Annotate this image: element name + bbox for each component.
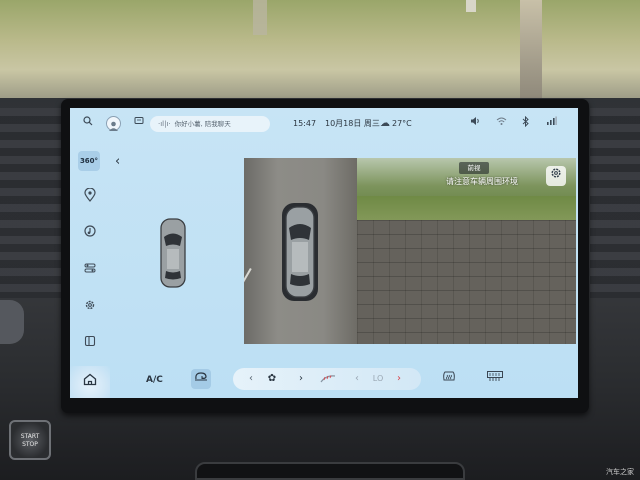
settings-gear-icon[interactable] <box>80 298 100 318</box>
fan-speed-decrease-button[interactable]: ‹ <box>245 368 257 390</box>
voice-wave-icon: ·ıl|ı· <box>158 120 171 128</box>
fan-speed-increase-button[interactable]: › <box>295 368 307 390</box>
air-recirculation-button[interactable] <box>191 369 211 389</box>
start-label: START <box>20 433 40 440</box>
front-defrost-icon <box>487 371 503 381</box>
top-down-camera-view <box>244 158 357 344</box>
camera-view: 前视 请注意车辆周围环境 <box>244 158 576 344</box>
signal-strength-icon <box>544 116 558 132</box>
fan-icon: ✿ <box>267 373 277 384</box>
apps-panel-icon[interactable] <box>80 334 100 354</box>
paving-scene <box>357 220 576 344</box>
seat-heating-icon[interactable] <box>319 368 337 393</box>
vehicle-controls-icon[interactable] <box>80 261 100 281</box>
outside-temperature: 27°C <box>392 119 412 128</box>
background-scenery <box>0 0 640 100</box>
background-tree-trunk <box>253 0 267 35</box>
climate-control-pill: ‹ ✿ › ‹ LO › <box>233 368 421 390</box>
bluetooth-icon[interactable] <box>520 115 532 133</box>
clock-time: 15:47 <box>293 119 317 128</box>
temperature-decrease-button[interactable]: ‹ <box>351 368 363 390</box>
user-icon <box>109 121 118 131</box>
infotainment-screen: ·ıl|ı· 你好小薯, 陪我聊天 15:47 10月18日 周三 ☁ 27°C … <box>70 108 578 398</box>
navigation-pin-icon[interactable] <box>80 187 100 208</box>
rear-defrost-icon <box>443 371 455 381</box>
car-overview-icon <box>160 218 186 288</box>
date-weekday: 10月18日 周三 <box>325 119 380 128</box>
voice-assistant-bar[interactable]: ·ıl|ı· 你好小薯, 陪我聊天 <box>150 116 270 132</box>
wifi-icon[interactable] <box>494 116 508 132</box>
background-tree-trunk <box>466 0 476 12</box>
ac-button[interactable]: A/C <box>146 375 163 385</box>
lawn-scene <box>357 196 576 222</box>
background-tree-trunk <box>520 0 542 100</box>
stop-label: STOP <box>22 441 38 448</box>
message-icon[interactable] <box>131 116 147 132</box>
gear-icon <box>551 168 561 178</box>
music-icon[interactable] <box>80 224 100 244</box>
watermark-text: 汽车之家 <box>606 468 634 476</box>
temperature-increase-button[interactable]: › <box>393 368 405 390</box>
start-stop-button[interactable]: START STOP <box>9 420 51 460</box>
camera-settings-button[interactable] <box>546 166 566 186</box>
front-defrost-button[interactable] <box>484 370 506 388</box>
surround-view-button[interactable]: 360° <box>78 151 100 171</box>
steering-knob <box>0 300 24 344</box>
lower-console-vent <box>195 462 465 480</box>
camera-view-label: 前视 <box>459 162 489 174</box>
front-camera-view: 前视 请注意车辆周围环境 <box>357 158 576 344</box>
recirculation-icon <box>195 372 207 381</box>
temperature-level: LO <box>372 374 384 383</box>
right-air-vent <box>590 108 640 298</box>
left-air-vent <box>0 108 62 298</box>
home-button[interactable] <box>70 366 110 398</box>
user-avatar[interactable] <box>106 116 121 131</box>
voice-prompt-text: 你好小薯, 陪我聊天 <box>174 120 231 128</box>
search-icon[interactable] <box>80 116 96 132</box>
back-chevron-icon[interactable]: ‹ <box>115 154 120 169</box>
rear-defrost-button[interactable] <box>439 370 459 388</box>
car-top-down-icon <box>282 203 318 301</box>
home-icon <box>83 373 97 386</box>
volume-icon[interactable] <box>468 116 482 132</box>
safety-hint-text: 请注意车辆周围环境 <box>446 177 518 186</box>
cloud-icon: ☁ <box>380 118 390 129</box>
